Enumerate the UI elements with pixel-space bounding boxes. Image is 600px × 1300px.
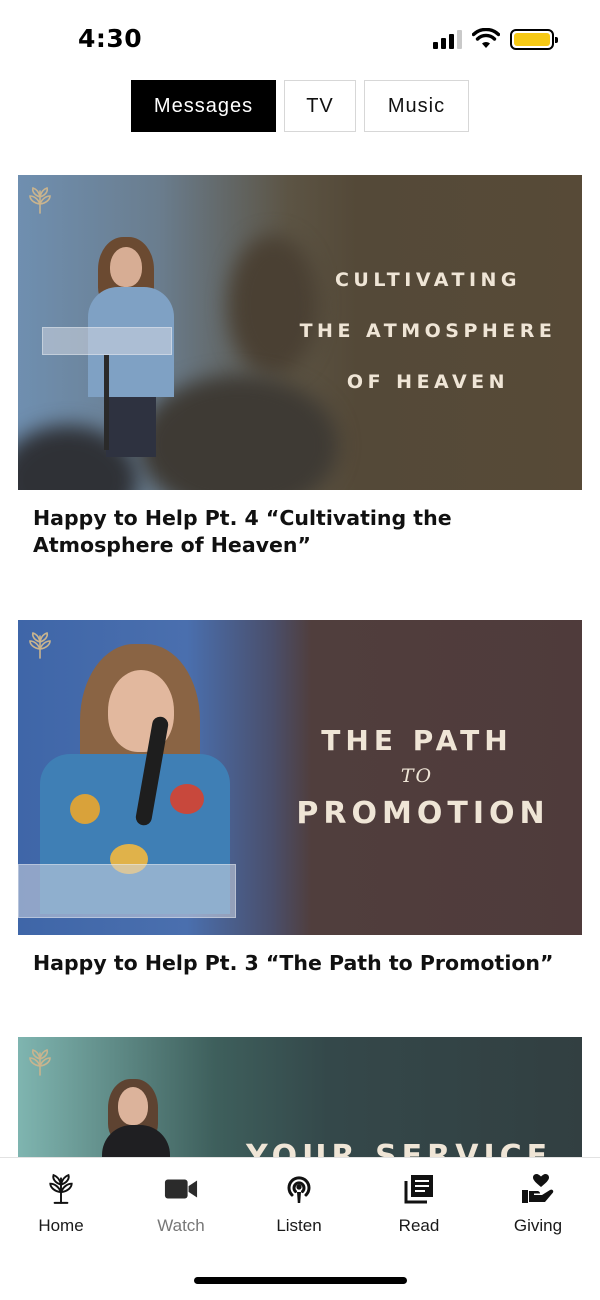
- home-indicator: [194, 1277, 407, 1284]
- message-card[interactable]: THE PATH TO PROMOTION Happy to Help Pt. …: [18, 620, 582, 977]
- nav-item-giving[interactable]: Giving: [483, 1172, 593, 1236]
- wifi-icon: [472, 28, 500, 48]
- message-title[interactable]: Happy to Help Pt. 3 “The Path to Promoti…: [18, 935, 582, 977]
- battery-fill: [514, 32, 550, 46]
- tab-tv[interactable]: TV: [284, 80, 356, 132]
- tab-messages[interactable]: Messages: [131, 80, 276, 132]
- leaf-sprig-icon: [44, 1172, 78, 1206]
- status-bar: 4:30: [0, 0, 600, 80]
- thumbnail-overlay-text: PROMOTION: [296, 796, 550, 831]
- message-thumbnail[interactable]: CULTIVATING THE ATMOSPHERE OF HEAVEN: [18, 175, 582, 490]
- overlay-line: CULTIVATING: [334, 269, 522, 291]
- nav-label: Listen: [276, 1216, 322, 1235]
- thumbnail-overlay-text: CULTIVATING THE ATMOSPHERE OF HEAVEN: [296, 255, 560, 408]
- brand-leaf-icon: [29, 631, 51, 659]
- nav-item-home[interactable]: Home: [6, 1172, 116, 1236]
- status-icons: [433, 28, 558, 50]
- message-title[interactable]: Happy to Help Pt. 4 “Cultivating the Atm…: [18, 490, 582, 559]
- brand-leaf-icon: [29, 186, 51, 214]
- overlay-line: THE ATMOSPHERE: [299, 320, 557, 342]
- nav-label: Giving: [513, 1216, 563, 1235]
- brand-leaf-icon: [29, 1048, 51, 1076]
- video-camera-icon: [164, 1172, 198, 1206]
- book-stack-icon: [402, 1172, 436, 1206]
- nav-item-watch[interactable]: Watch: [126, 1172, 236, 1236]
- overlay-line: OF HEAVEN: [346, 371, 510, 393]
- message-feed[interactable]: CULTIVATING THE ATMOSPHERE OF HEAVEN Hap…: [18, 175, 582, 1157]
- message-card[interactable]: CULTIVATING THE ATMOSPHERE OF HEAVEN Hap…: [18, 175, 582, 559]
- message-card[interactable]: YOUR SERVICE: [18, 1037, 582, 1157]
- nav-label: Home: [38, 1216, 84, 1235]
- nav-label: Read: [398, 1216, 440, 1235]
- thumbnail-overlay-text: THE PATH: [321, 724, 513, 757]
- nav-label: Watch: [157, 1216, 205, 1235]
- content-tabs: Messages TV Music: [131, 80, 469, 132]
- message-thumbnail[interactable]: THE PATH TO PROMOTION: [18, 620, 582, 935]
- podcast-icon: [282, 1172, 316, 1206]
- thumbnail-overlay-text: TO: [400, 765, 434, 787]
- nav-item-listen[interactable]: Listen: [244, 1172, 354, 1236]
- cellular-signal-icon: [433, 29, 462, 49]
- podium: [42, 327, 172, 355]
- message-thumbnail[interactable]: YOUR SERVICE: [18, 1037, 582, 1157]
- battery-icon: [510, 28, 558, 50]
- status-time: 4:30: [78, 24, 143, 53]
- nav-item-read[interactable]: Read: [364, 1172, 474, 1236]
- podium: [18, 864, 236, 918]
- thumbnail-overlay-text: YOUR SERVICE: [246, 1139, 553, 1157]
- podium-stand: [104, 355, 109, 450]
- heart-hand-icon: [521, 1172, 555, 1206]
- tab-music[interactable]: Music: [364, 80, 469, 132]
